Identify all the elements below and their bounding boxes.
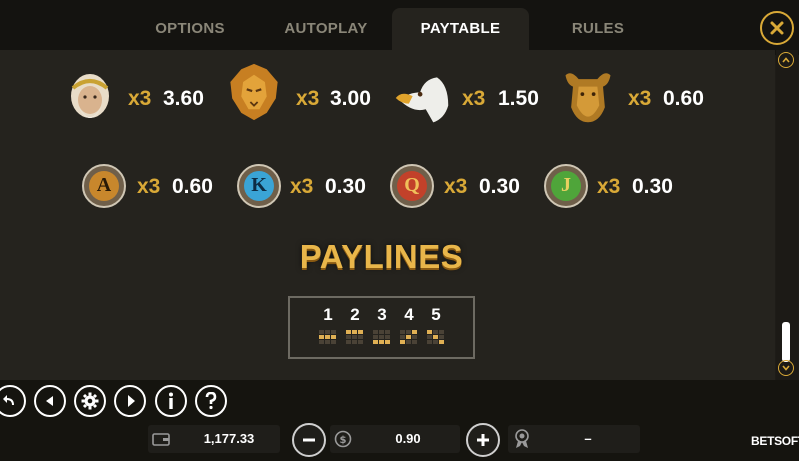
letter-a-payout: 0.60 [172, 175, 213, 198]
payline-number-3: 3 [377, 305, 387, 324]
close-icon [770, 21, 784, 35]
minus-icon [303, 438, 315, 442]
lion-symbol-icon [230, 63, 278, 121]
tab-options[interactable]: OPTIONS [140, 8, 240, 50]
chevron-up-icon [782, 57, 790, 63]
settings-button[interactable] [74, 385, 106, 417]
payline-pattern-3 [373, 330, 390, 344]
payline-pattern-5 [427, 330, 444, 344]
letter-q-multiplier: x3 [444, 175, 468, 198]
next-button[interactable] [114, 385, 146, 417]
payline-number-4: 4 [404, 305, 414, 324]
close-button[interactable] [760, 11, 794, 45]
increase-bet-button[interactable] [466, 423, 500, 457]
scroll-down-button[interactable] [778, 360, 794, 376]
eagle-symbol-icon [395, 77, 449, 123]
help-button[interactable] [195, 385, 227, 417]
bull-symbol-icon [565, 73, 611, 123]
info-button[interactable] [155, 385, 187, 417]
bull-payout: 0.60 [663, 87, 704, 110]
paylines-diagram: 1 2 3 4 5 [288, 296, 475, 359]
svg-text:$: $ [340, 435, 347, 446]
letter-j-payout: 0.30 [632, 175, 673, 198]
zeus-symbol-icon [71, 74, 109, 118]
wallet-icon [152, 433, 170, 446]
balance-value: 1,177.33 [203, 431, 255, 446]
eagle-multiplier: x3 [462, 87, 486, 110]
tab-paytable[interactable]: PAYTABLE [392, 8, 529, 50]
bet-value: 0.90 [395, 431, 421, 446]
info-icon [169, 392, 173, 409]
letter-symbol-k: K [236, 163, 282, 209]
lion-multiplier: x3 [296, 87, 320, 110]
scroll-up-button[interactable] [778, 52, 794, 68]
previous-button[interactable] [34, 385, 66, 417]
zeus-multiplier: x3 [128, 87, 152, 110]
letter-symbol-q: Q [389, 163, 435, 209]
letter-k-payout: 0.30 [325, 175, 366, 198]
gear-icon [81, 392, 99, 410]
award-ribbon-icon [515, 429, 529, 448]
brand-logo: BETSOFT [751, 434, 799, 448]
paylines-title: PAYLINES [299, 238, 464, 275]
letter-q-label: Q [404, 174, 420, 196]
letter-a-label: A [96, 174, 112, 196]
plus-icon [477, 434, 489, 446]
payline-pattern-4 [400, 330, 417, 344]
win-value: – [584, 431, 592, 446]
tab-rules[interactable]: RULES [548, 8, 648, 50]
payline-pattern-2 [346, 330, 363, 344]
coin-stack-icon: $ [334, 430, 352, 448]
payline-pattern-1 [319, 330, 336, 344]
letter-symbol-a: A [81, 163, 127, 209]
letter-k-multiplier: x3 [290, 175, 314, 198]
letter-k-label: K [251, 174, 267, 196]
question-mark-icon [205, 392, 217, 410]
letter-a-multiplier: x3 [137, 175, 161, 198]
tab-bar: OPTIONS AUTOPLAY PAYTABLE RULES [0, 0, 799, 55]
redo-arrow-icon [128, 395, 135, 407]
scrollbar[interactable] [776, 50, 798, 380]
zeus-payout: 3.60 [163, 87, 204, 110]
bull-multiplier: x3 [628, 87, 652, 110]
letter-j-multiplier: x3 [597, 175, 621, 198]
letter-j-label: J [561, 174, 571, 196]
decrease-bet-button[interactable] [292, 423, 326, 457]
letter-symbol-j: J [543, 163, 589, 209]
scroll-thumb[interactable] [782, 322, 790, 362]
letter-q-payout: 0.30 [479, 175, 520, 198]
triangle-left-icon [46, 396, 53, 406]
chevron-down-icon [782, 365, 790, 371]
undo-arrow-icon [3, 395, 14, 405]
payline-number-2: 2 [350, 305, 360, 324]
payline-number-5: 5 [431, 305, 441, 324]
lion-payout: 3.00 [330, 87, 371, 110]
tab-autoplay[interactable]: AUTOPLAY [268, 8, 384, 50]
payline-number-1: 1 [323, 305, 333, 324]
eagle-payout: 1.50 [498, 87, 539, 110]
